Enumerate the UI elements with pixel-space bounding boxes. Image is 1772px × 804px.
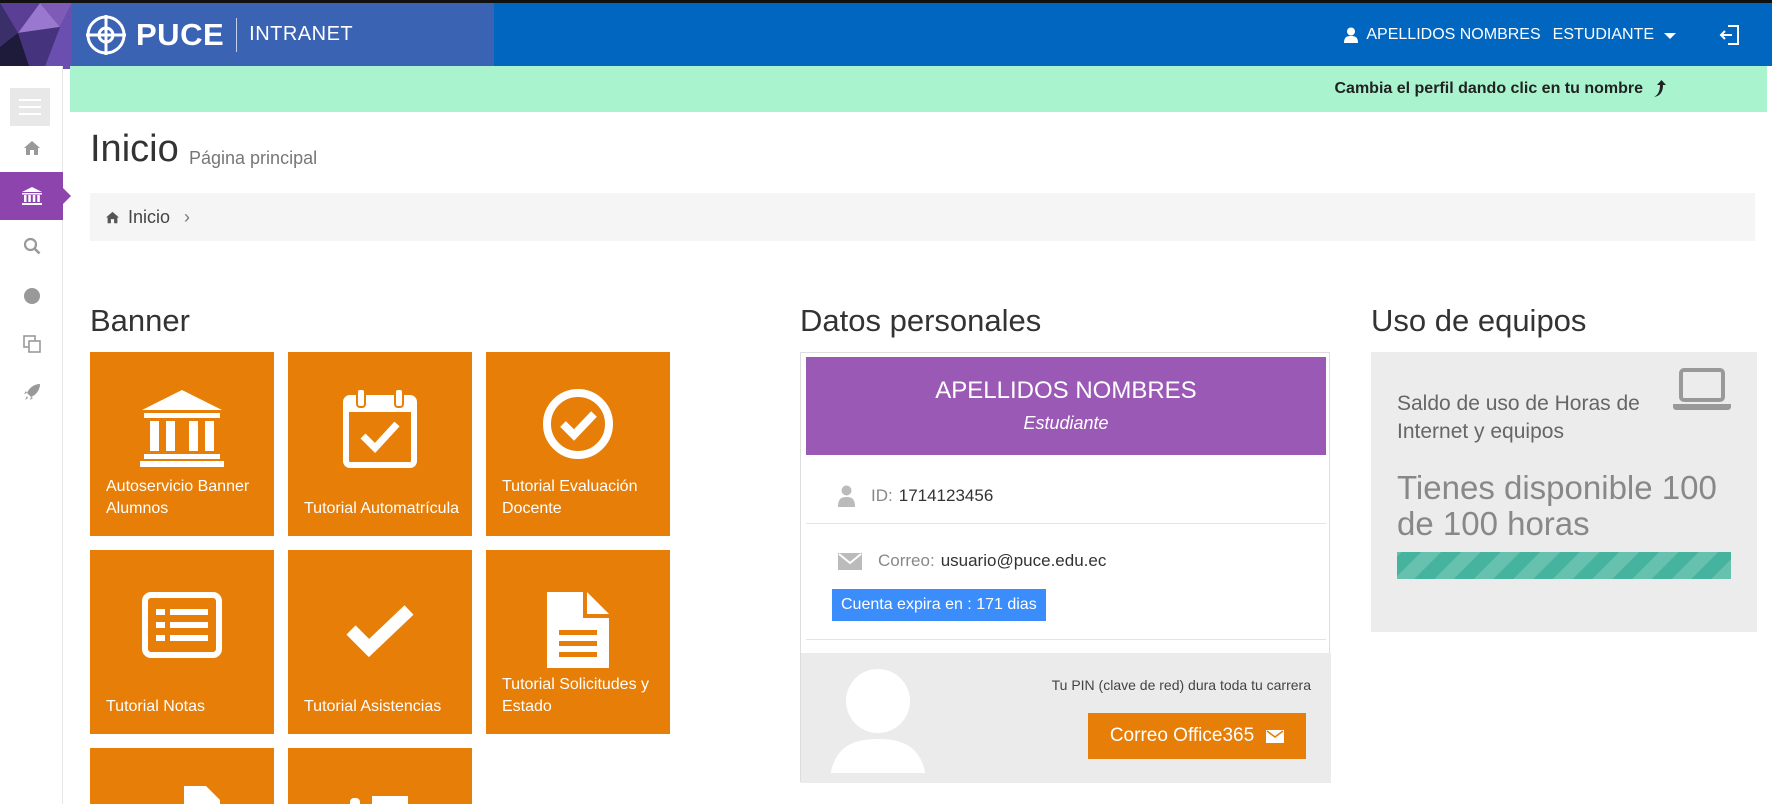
email-value: usuario@puce.edu.ec [940, 551, 1107, 570]
id-label: ID: [871, 486, 893, 505]
envelope-icon [1266, 729, 1285, 743]
circle-icon [23, 288, 40, 304]
sidebar-item-search[interactable] [0, 222, 63, 270]
card-header: APELLIDOS NOMBRES Estudiante [806, 357, 1326, 455]
caret-down-icon [1664, 33, 1676, 39]
top-navbar: PUCE INTRANET APELLIDOS NOMBRES ESTUDIAN… [0, 0, 1772, 69]
brand-divider [236, 17, 238, 52]
sidebar [0, 66, 71, 804]
tile-asistencias[interactable]: Tutorial Asistencias [288, 550, 472, 734]
email-row: Correo: usuario@puce.edu.ec [806, 551, 1326, 571]
polygon-art-icon [0, 3, 72, 69]
brand-subtitle: INTRANET [249, 23, 354, 45]
sidebar-item-home[interactable] [0, 124, 63, 172]
tile-automatricula[interactable]: Tutorial Automatrícula [288, 352, 472, 536]
tile-partial-1[interactable] [90, 748, 274, 804]
equipos-title: Uso de equipos [1371, 303, 1587, 338]
sidebar-item-rocket[interactable] [0, 368, 63, 416]
hours-progress-fill [1397, 552, 1731, 579]
profile-notice: Cambia el perfil dando clic en tu nombre [70, 66, 1767, 112]
tile-partial-2[interactable] [288, 748, 472, 804]
document-icon [184, 786, 220, 804]
hours-progress-bar [1397, 552, 1731, 579]
id-value: 1714123456 [898, 486, 994, 505]
equipos-available: Tienes disponible 100 de 100 horas [1397, 469, 1717, 542]
search-icon [23, 237, 40, 255]
bank-icon [21, 187, 42, 205]
home-icon [23, 141, 40, 155]
tile-evaluacion-docente[interactable]: Tutorial Evaluación Docente [486, 352, 670, 536]
tile-label: Tutorial Solicitudes y Estado [502, 676, 650, 715]
document-icon [547, 592, 609, 668]
banner-title: Banner [90, 303, 190, 338]
logout-button[interactable] [1718, 23, 1742, 47]
tile-label: Tutorial Automatrícula [304, 500, 460, 517]
id-row: ID: 1714123456 [806, 485, 1326, 507]
home-icon [106, 211, 119, 223]
user-role: ESTUDIANTE [1552, 25, 1654, 43]
datos-title: Datos personales [800, 303, 1042, 338]
rocket-icon [23, 384, 40, 400]
card-user-name: APELLIDOS NOMBRES [935, 377, 1197, 404]
datos-card: APELLIDOS NOMBRES Estudiante ID: 1714123… [800, 352, 1331, 783]
tile-icon [350, 796, 408, 804]
check-circle-icon [543, 389, 613, 459]
copy-icon [22, 335, 41, 353]
laptop-icon [1673, 368, 1731, 410]
account-expire-badge: Cuenta expira en : 171 dias [832, 589, 1046, 621]
tile-autoservicio[interactable]: Autoservicio Banner Alumnos [90, 352, 274, 536]
tile-notas[interactable]: Tutorial Notas [90, 550, 274, 734]
brand[interactable]: PUCE INTRANET [72, 3, 494, 66]
page-subtitle: Página principal [189, 148, 318, 168]
envelope-icon [838, 552, 862, 570]
brand-name: PUCE [136, 16, 225, 52]
breadcrumb-separator: › [184, 206, 191, 227]
tile-label: Tutorial Evaluación Docente [502, 478, 638, 517]
tile-label: Tutorial Asistencias [304, 698, 442, 715]
card-footer: Tu PIN (clave de red) dura toda tu carre… [801, 653, 1331, 783]
card-user-role: Estudiante [1023, 413, 1109, 433]
user-menu[interactable]: APELLIDOS NOMBRES ESTUDIANTE [1344, 26, 1676, 44]
row-divider [806, 523, 1326, 524]
avatar-placeholder-icon [830, 669, 926, 773]
equipos-panel: Saldo de uso de Horas de Internet y equi… [1371, 352, 1757, 632]
arrow-up-icon [1654, 80, 1666, 97]
puce-logo-icon [86, 14, 126, 55]
page-title: Inicio [90, 128, 179, 170]
equipos-description: Saldo de uso de Horas de Internet y equi… [1397, 392, 1640, 443]
user-area: APELLIDOS NOMBRES ESTUDIANTE [1344, 3, 1772, 66]
sidebar-item-banner[interactable] [0, 172, 71, 220]
list-alt-icon [142, 592, 222, 658]
notice-text: Cambia el perfil dando clic en tu nombre [1334, 80, 1644, 97]
sidebar-item-copy[interactable] [0, 320, 63, 368]
menu-toggle-button[interactable] [10, 88, 50, 126]
email-label: Correo: [878, 551, 935, 570]
bank-icon [140, 390, 224, 467]
user-icon [838, 485, 855, 507]
tile-label: Tutorial Notas [106, 698, 205, 715]
pin-text: Tu PIN (clave de red) dura toda tu carre… [1051, 677, 1311, 693]
office365-button-label: Correo Office365 [1109, 725, 1255, 746]
sign-out-icon [1719, 24, 1739, 45]
user-name: APELLIDOS NOMBRES [1366, 25, 1541, 43]
tile-solicitudes[interactable]: Tutorial Solicitudes y Estado [486, 550, 670, 734]
sidebar-item-circle[interactable] [0, 272, 63, 320]
breadcrumb-home-link[interactable]: Inicio [128, 207, 170, 228]
user-icon [1344, 27, 1359, 43]
hamburger-icon [19, 99, 41, 101]
tile-label: Autoservicio Banner Alumnos [106, 478, 250, 517]
checkmark-icon [346, 605, 414, 658]
row-divider [806, 639, 1326, 640]
office365-button[interactable]: Correo Office365 [1088, 713, 1306, 759]
calendar-check-icon [343, 388, 417, 468]
corner-decoration [0, 3, 72, 69]
breadcrumb: Inicio › [90, 193, 1755, 241]
